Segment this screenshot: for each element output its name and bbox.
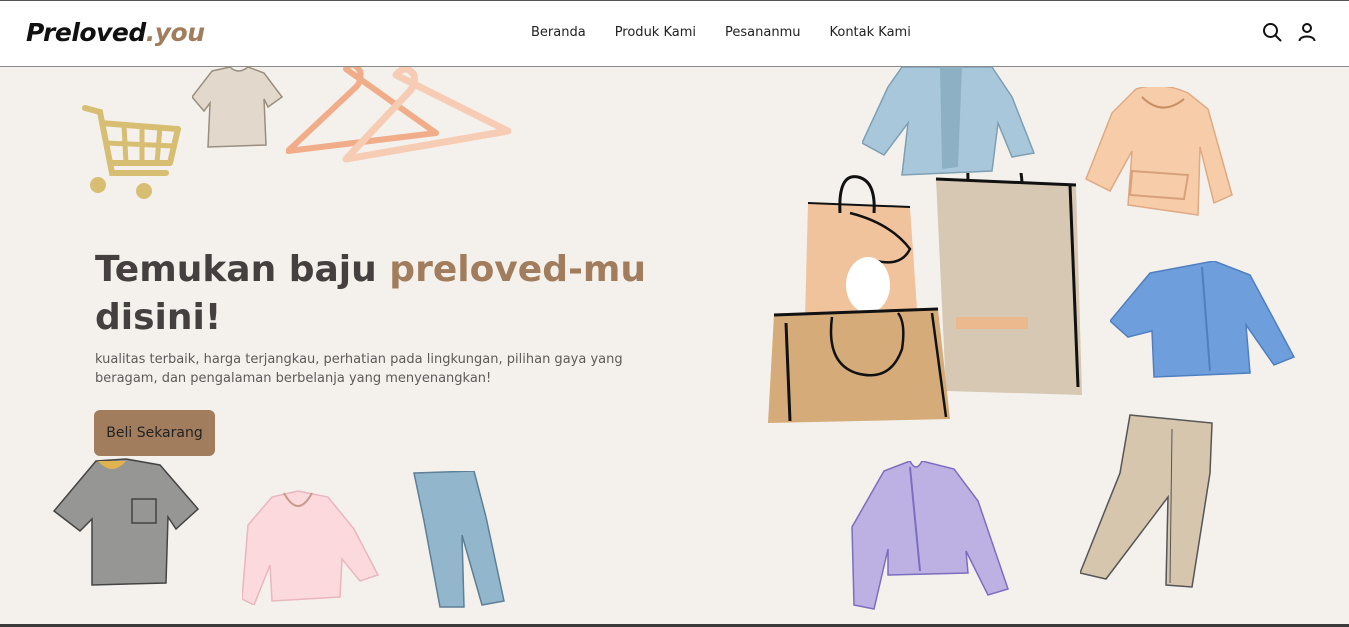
- beige-trousers-illustration: [1080, 414, 1213, 588]
- clothes-hangers-illustration: [286, 67, 512, 163]
- headline-part2: disini!: [95, 297, 222, 338]
- search-icon[interactable]: [1262, 22, 1282, 42]
- nav-link-produk-kami[interactable]: Produk Kami: [615, 25, 696, 40]
- nav-link-kontak-kami[interactable]: Kontak Kami: [829, 25, 910, 40]
- blue-shirt-illustration: [1110, 261, 1296, 378]
- nav-link-pesananmu[interactable]: Pesananmu: [725, 25, 800, 40]
- nav-menu: Beranda Produk Kami Pesananmu Kontak Kam…: [531, 25, 940, 40]
- brand-name: Preloved: [26, 18, 146, 47]
- navbar: Preloved.you Beranda Produk Kami Pesanan…: [0, 0, 1349, 67]
- blue-jacket-illustration: [862, 67, 1036, 176]
- blue-jeans-illustration: [413, 471, 505, 608]
- user-icon[interactable]: [1297, 22, 1317, 42]
- peach-hoodie-illustration: [1085, 87, 1233, 216]
- buy-now-button[interactable]: Beli Sekarang: [94, 410, 215, 456]
- headline-part1: Temukan baju: [95, 249, 390, 290]
- nav-link-beranda[interactable]: Beranda: [531, 25, 586, 40]
- brand-logo[interactable]: Preloved.you: [26, 18, 205, 47]
- hero-section: Temukan baju preloved-mu disini! kualita…: [0, 67, 1349, 627]
- beige-tshirt-illustration: [192, 67, 284, 148]
- shopping-bags-illustration: [768, 173, 1082, 423]
- grey-tshirt-illustration: [52, 458, 200, 586]
- brand-suffix: .you: [145, 18, 205, 47]
- shopping-cart-illustration: [82, 105, 181, 199]
- headline-accent: preloved-mu: [389, 249, 647, 290]
- hero-headline: Temukan baju preloved-mu disini!: [95, 246, 655, 342]
- pink-blouse-illustration: [242, 490, 380, 605]
- purple-cardigan-illustration: [851, 461, 1009, 610]
- hero-tagline: kualitas terbaik, harga terjangkau, perh…: [95, 352, 623, 386]
